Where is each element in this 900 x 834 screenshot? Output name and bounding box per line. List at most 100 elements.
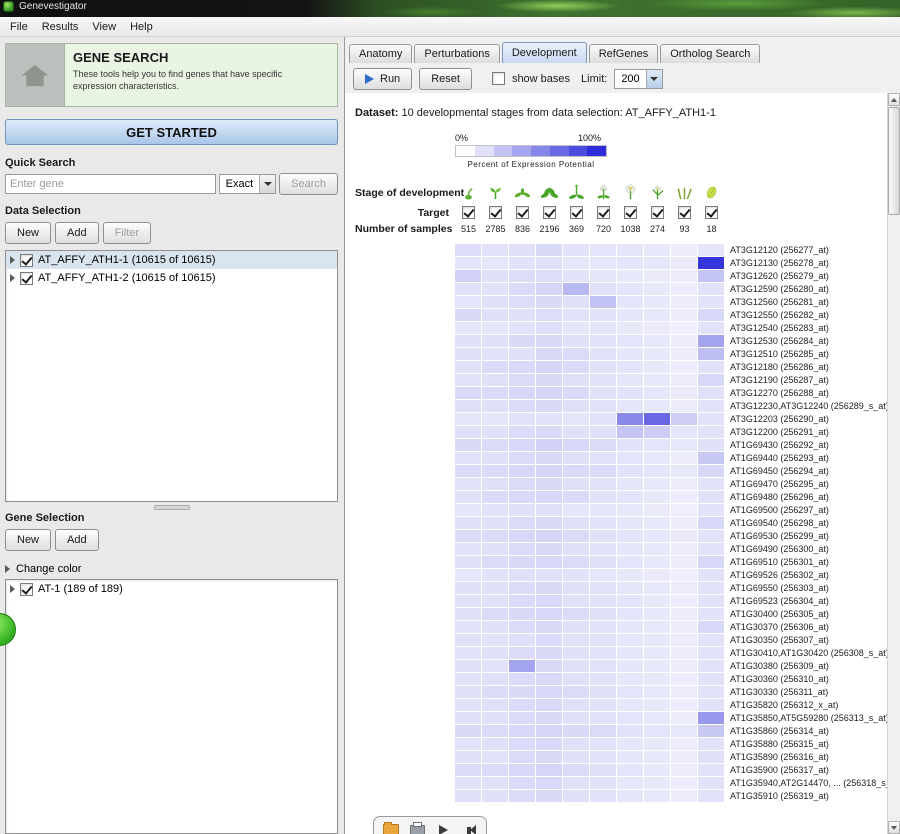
heatmap-cell — [671, 595, 697, 607]
gene-selection-new-button[interactable]: New — [5, 529, 52, 551]
heatmap-cell — [563, 439, 589, 451]
heatmap-cell — [509, 699, 535, 711]
expand-arrow-icon[interactable] — [10, 256, 15, 264]
heatmap-cell — [509, 322, 535, 334]
sample-count: 369 — [568, 224, 585, 234]
gene-search-input[interactable] — [5, 174, 216, 194]
heatmap-row: AT1G69540 (256298_at) — [355, 517, 887, 529]
reset-button[interactable]: Reset — [419, 67, 472, 90]
heatmap-cell — [617, 530, 643, 542]
target-checkbox-developed-rosette[interactable] — [543, 206, 556, 219]
target-checkbox-young-rosette[interactable] — [516, 206, 529, 219]
heatmap-cell — [617, 647, 643, 659]
home-icon[interactable] — [6, 44, 65, 106]
heatmap-cell — [671, 686, 697, 698]
gene-selection-item-checkbox[interactable] — [20, 582, 33, 596]
play-chart-button[interactable] — [434, 821, 452, 834]
expand-arrow-icon[interactable] — [10, 585, 15, 593]
gene-row-label: AT3G12120 (256277_at) — [730, 245, 829, 255]
get-started-button[interactable]: GET STARTED — [5, 119, 338, 145]
data-selection-item[interactable]: AT_AFFY_ATH1-2 (10615 of 10615) — [6, 269, 337, 287]
data-selection-item-checkbox[interactable] — [20, 253, 33, 267]
dataset-label: Dataset: — [355, 107, 399, 119]
target-checkbox-mature-siliques[interactable] — [678, 206, 691, 219]
limit-combo[interactable]: 200 — [614, 68, 663, 89]
heatmap-cell — [563, 374, 589, 386]
heatmap-cell — [644, 777, 670, 789]
scrollbar-thumb[interactable] — [888, 107, 900, 215]
target-checkbox-cell — [536, 206, 563, 219]
target-checkbox-bolting[interactable] — [570, 206, 583, 219]
target-checkbox-cell — [671, 206, 698, 219]
heatmap-cell — [536, 712, 562, 724]
menu-results[interactable]: Results — [35, 19, 86, 35]
legend-step — [474, 146, 494, 156]
chevron-down-icon[interactable] — [645, 69, 662, 88]
heatmap-row: AT3G12560 (256281_at) — [355, 296, 887, 308]
heatmap-cell — [455, 517, 481, 529]
data-selection-item-checkbox[interactable] — [20, 271, 33, 285]
heatmap-cell — [590, 673, 616, 685]
tab-perturbations[interactable]: Perturbations — [414, 44, 500, 63]
change-color-row[interactable]: Change color — [5, 563, 338, 575]
tab-ortholog-search[interactable]: Ortholog Search — [660, 44, 761, 63]
menu-help[interactable]: Help — [123, 19, 160, 35]
target-checkbox-germinated-seed[interactable] — [462, 206, 475, 219]
run-toolbar: Run Reset show bases Limit: 200 — [345, 63, 900, 95]
heatmap-row: AT1G30350 (256307_at) — [355, 634, 887, 646]
heatmap-cell — [617, 699, 643, 711]
audio-button[interactable] — [460, 821, 478, 834]
check-mark-icon — [679, 206, 691, 218]
heatmap-cell — [671, 790, 697, 802]
export-folder-button[interactable] — [382, 821, 400, 834]
heatmap-cell — [482, 569, 508, 581]
heatmap-cell — [617, 517, 643, 529]
heatmap-cell — [482, 374, 508, 386]
show-bases-checkbox[interactable] — [491, 72, 505, 85]
heatmap-cell — [644, 725, 670, 737]
expand-arrow-icon[interactable] — [10, 274, 15, 282]
heatmap-cells — [455, 465, 724, 477]
target-checkbox-row — [455, 206, 725, 219]
gene-selection-item[interactable]: AT-1 (189 of 189) — [6, 580, 337, 598]
target-checkbox-seedling[interactable] — [489, 206, 502, 219]
data-selection-new-button[interactable]: New — [5, 222, 52, 244]
heatmap-cell — [671, 543, 697, 555]
heatmap-cell — [482, 296, 508, 308]
target-checkbox-young-flower[interactable] — [597, 206, 610, 219]
gene-selection-add-button[interactable]: Add — [55, 529, 99, 551]
menu-file[interactable]: File — [3, 19, 35, 35]
target-checkbox-flowers-and-siliques[interactable] — [651, 206, 664, 219]
target-checkbox-senescence[interactable] — [705, 206, 718, 219]
run-button[interactable]: Run — [353, 67, 413, 90]
menu-view[interactable]: View — [85, 19, 123, 35]
scroll-down-button[interactable] — [888, 821, 900, 834]
heatmap-row: AT1G35850,AT5G59280 (256313_s_at) — [355, 712, 887, 724]
search-button[interactable]: Search — [279, 173, 338, 195]
expand-arrow-icon[interactable] — [5, 565, 10, 573]
target-checkbox-developed-flower[interactable] — [624, 206, 637, 219]
heatmap-cell — [590, 426, 616, 438]
data-selection-item[interactable]: AT_AFFY_ATH1-1 (10615 of 10615) — [6, 251, 337, 269]
heatmap-cell — [455, 608, 481, 620]
panel-splitter[interactable] — [5, 502, 338, 512]
match-mode-combo[interactable]: Exact — [218, 174, 277, 194]
data-selection-add-button[interactable]: Add — [55, 222, 99, 244]
scroll-up-button[interactable] — [888, 93, 900, 106]
heatmap-cell — [563, 660, 589, 672]
heatmap-cells — [455, 569, 724, 581]
heatmap-cell — [644, 400, 670, 412]
chevron-down-icon[interactable] — [259, 175, 276, 193]
sample-count: 2785 — [485, 224, 506, 234]
tab-development[interactable]: Development — [501, 42, 587, 63]
heatmap-cell — [698, 608, 724, 620]
heatmap-cell — [509, 660, 535, 672]
tab-refgenes[interactable]: RefGenes — [588, 44, 659, 63]
print-button[interactable] — [408, 821, 426, 834]
data-selection-filter-button[interactable]: Filter — [102, 222, 152, 244]
heatmap-cells — [455, 374, 724, 386]
check-mark-icon — [571, 206, 583, 218]
legend-caption: Percent of Expression Potential — [467, 160, 595, 169]
gene-row-label: AT1G35880 (256315_at) — [730, 739, 829, 749]
tab-anatomy[interactable]: Anatomy — [349, 44, 413, 63]
